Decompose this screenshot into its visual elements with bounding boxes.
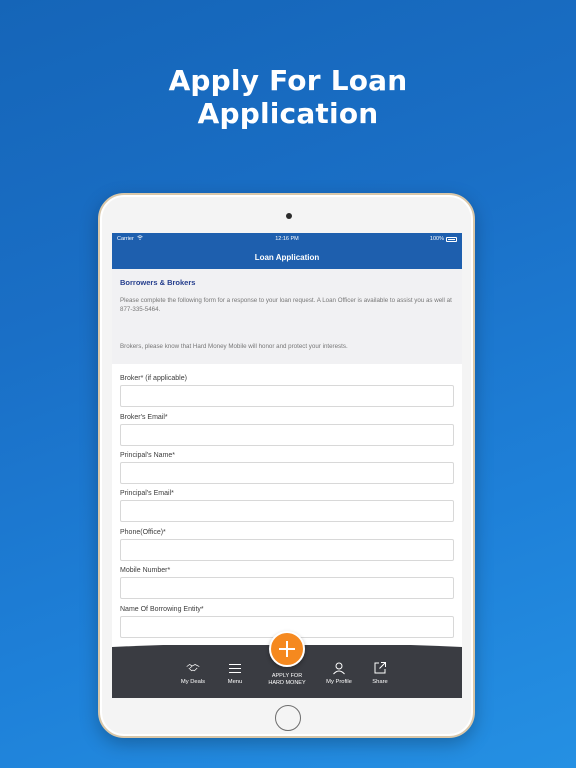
principal-email-label: Principal's Email* [120, 490, 174, 497]
apply-label-line-2: HARD MONEY [268, 679, 306, 686]
borrowing-entity-label: Name Of Borrowing Entity* [120, 606, 204, 613]
brokers-note: Brokers, please know that Hard Money Mob… [120, 343, 348, 350]
mobile-number-label: Mobile Number* [120, 567, 171, 574]
ipad-frame: Carrier 12:16 PM 100% Loan Application B… [98, 193, 475, 738]
handshake-icon [186, 664, 200, 672]
app-screen: Carrier 12:16 PM 100% Loan Application B… [112, 233, 462, 698]
phone-office-label: Phone(Office)* [120, 529, 166, 536]
broker-label: Broker* (if applicable) [120, 375, 187, 382]
headline-line-1: Apply For Loan [168, 64, 408, 97]
headline-line-2: Application [197, 97, 379, 130]
share-icon [374, 662, 386, 674]
battery-icon [446, 236, 457, 242]
intro-text: Please complete the following form for a… [120, 297, 452, 313]
tab-bar: My Deals Menu APPLY FOR HARD MONEY My Pr… [112, 631, 462, 698]
tab-share[interactable]: Share [355, 661, 405, 686]
apply-button[interactable] [269, 631, 305, 667]
battery-status: 100% [430, 233, 457, 245]
menu-icon [229, 664, 241, 673]
tab-share-label: Share [372, 679, 388, 685]
intro-heading: Borrowers & Brokers [120, 278, 196, 287]
broker-field[interactable] [120, 385, 454, 407]
broker-email-field[interactable] [120, 424, 454, 446]
phone-office-field[interactable] [120, 539, 454, 561]
plus-icon [279, 641, 295, 657]
camera-icon [286, 213, 292, 219]
promo-headline: Apply For Loan Application [0, 64, 576, 130]
principal-email-field[interactable] [120, 500, 454, 522]
user-icon [333, 662, 345, 675]
battery-percent: 100% [429, 236, 444, 242]
status-bar: Carrier 12:16 PM 100% [112, 233, 462, 245]
principal-name-label: Principal's Name* [120, 452, 176, 459]
status-time: 12:16 PM [275, 236, 299, 242]
page-title: Loan Application [254, 253, 320, 262]
home-button[interactable] [275, 705, 301, 731]
intro-section: Borrowers & Brokers Please complete the … [112, 269, 462, 364]
broker-email-label: Broker's Email* [120, 414, 168, 421]
mobile-number-field[interactable] [120, 577, 454, 599]
apply-button-label[interactable]: APPLY FOR HARD MONEY [252, 673, 322, 686]
navigation-bar: Carrier 12:16 PM 100% Loan Application [112, 233, 462, 269]
principal-name-field[interactable] [120, 462, 454, 484]
